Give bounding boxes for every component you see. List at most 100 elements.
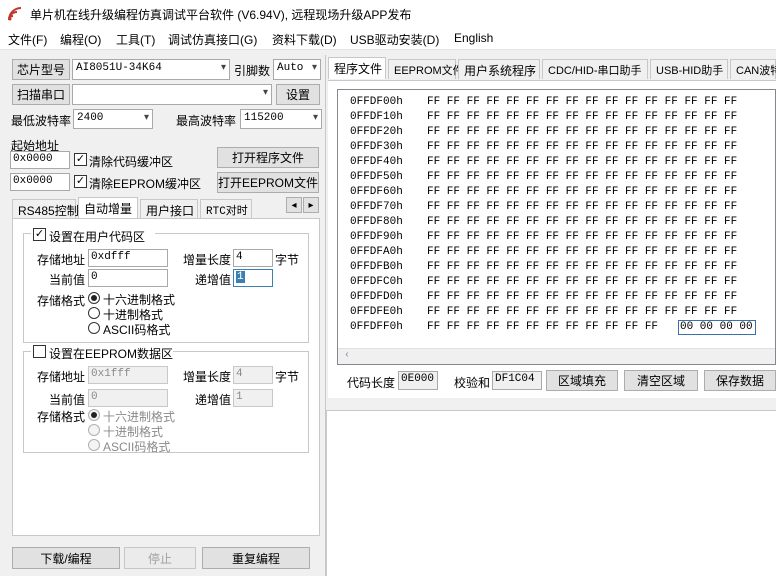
chevron-down-icon: ▾: [143, 112, 149, 123]
settings-button[interactable]: 设置: [276, 84, 320, 105]
code-length-label: 代码长度: [347, 376, 396, 390]
tab-scroll-left-icon[interactable]: ◂: [286, 197, 302, 213]
store-address-value: 0xdfff: [91, 251, 131, 263]
checksum-label: 校验和: [454, 376, 491, 390]
current-value-value: 0: [91, 271, 98, 283]
hex-row-bytes[interactable]: FF FF FF FF FF FF FF FF FF FF FF FF: [427, 321, 658, 333]
eeprom-format-hex-radio[interactable]: [88, 409, 100, 421]
eeprom-start-address-input[interactable]: 0x0000: [10, 173, 70, 191]
hex-row-bytes[interactable]: FF FF FF FF FF FF FF FF FF FF FF FF FF F…: [427, 216, 737, 228]
left-tab-strip: RS485控制 自动增量 用户接口 RTC对时 ◂ ▸: [10, 196, 322, 220]
menu-program[interactable]: 编程(O): [60, 31, 101, 48]
eeprom-format-dec-radio[interactable]: [88, 424, 100, 436]
eeprom-checkbox[interactable]: [33, 345, 46, 358]
format-hex-radio[interactable]: [88, 292, 100, 304]
tab-rs485[interactable]: RS485控制: [12, 199, 79, 219]
max-baud-select[interactable]: 115200 ▾: [240, 109, 322, 129]
current-value-label: 当前值: [49, 273, 86, 287]
tab-can-baud[interactable]: CAN波特: [730, 59, 776, 79]
format-ascii-radio[interactable]: [88, 322, 100, 334]
chevron-down-icon: ▾: [312, 112, 318, 123]
store-address-input[interactable]: 0xdfff: [88, 249, 168, 267]
pins-label: 引脚数: [234, 64, 271, 78]
menu-usb-driver[interactable]: USB驱动安装(D): [350, 31, 439, 48]
code-length-value: 0E000: [401, 373, 435, 385]
clear-code-checkbox[interactable]: ✓: [74, 153, 87, 166]
code-length-field: 0E000: [398, 371, 438, 390]
port-select[interactable]: ▾: [72, 84, 272, 105]
user-code-group-header: ✓ 设置在用户代码区: [31, 227, 155, 244]
scroll-left-arrow-icon[interactable]: ‹: [344, 350, 350, 361]
tab-scroll-right-icon[interactable]: ▸: [303, 197, 319, 213]
stop-button[interactable]: 停止: [124, 547, 196, 569]
hex-row-bytes[interactable]: FF FF FF FF FF FF FF FF FF FF FF FF FF F…: [427, 231, 737, 243]
tab-auto-increment[interactable]: 自动增量: [78, 197, 138, 219]
hex-row-bytes[interactable]: FF FF FF FF FF FF FF FF FF FF FF FF FF F…: [427, 141, 737, 153]
eeprom-title: 设置在EEPROM数据区: [49, 347, 174, 361]
current-value-input[interactable]: 0: [88, 269, 168, 287]
hex-row-bytes[interactable]: FF FF FF FF FF FF FF FF FF FF FF FF FF F…: [427, 201, 737, 213]
eeprom-format-ascii-radio[interactable]: [88, 439, 100, 451]
download-program-button[interactable]: 下载/编程: [12, 547, 120, 569]
save-data-button[interactable]: 保存数据: [704, 370, 776, 391]
hex-row-address: 0FFDF00h: [350, 96, 403, 108]
menu-debug[interactable]: 调试仿真接口(G): [168, 31, 257, 48]
hex-row-bytes[interactable]: FF FF FF FF FF FF FF FF FF FF FF FF FF F…: [427, 126, 737, 138]
region-fill-button[interactable]: 区域填充: [546, 370, 618, 391]
eeprom-store-address-input[interactable]: 0x1fff: [88, 366, 168, 384]
user-code-checkbox[interactable]: ✓: [33, 228, 46, 241]
tab-program-file[interactable]: 程序文件: [328, 57, 386, 79]
chip-model-select[interactable]: AI8051U-34K64 ▾: [72, 59, 230, 80]
reprogram-button[interactable]: 重复编程: [202, 547, 310, 569]
hex-row-bytes[interactable]: FF FF FF FF FF FF FF FF FF FF FF FF FF F…: [427, 261, 737, 273]
hex-row-bytes[interactable]: FF FF FF FF FF FF FF FF FF FF FF FF FF F…: [427, 111, 737, 123]
hex-row-address: 0FFDF30h: [350, 141, 403, 153]
hex-row-bytes[interactable]: FF FF FF FF FF FF FF FF FF FF FF FF FF F…: [427, 171, 737, 183]
scan-port-button[interactable]: 扫描串口: [12, 84, 70, 105]
log-output-area[interactable]: [326, 410, 776, 576]
chip-model-label[interactable]: 芯片型号: [12, 59, 70, 80]
hex-row-bytes[interactable]: FF FF FF FF FF FF FF FF FF FF FF FF FF F…: [427, 306, 737, 318]
format-dec-radio[interactable]: [88, 307, 100, 319]
tab-cdc-hid-serial[interactable]: CDC/HID-串口助手: [542, 59, 648, 79]
region-clear-button[interactable]: 清空区域: [624, 370, 698, 391]
min-baud-select[interactable]: 2400 ▾: [73, 109, 153, 129]
tab-eeprom-file[interactable]: EEPROM文件: [388, 59, 464, 79]
max-baud-value: 115200: [244, 112, 284, 124]
menu-download-docs[interactable]: 资料下载(D): [272, 31, 337, 48]
eeprom-format-label: 存储格式: [37, 410, 86, 424]
pins-select[interactable]: Auto ▾: [273, 59, 321, 80]
hex-row-bytes[interactable]: FF FF FF FF FF FF FF FF FF FF FF FF FF F…: [427, 96, 737, 108]
open-program-file-button[interactable]: 打开程序文件: [217, 147, 319, 168]
eeprom-inc-length-input[interactable]: 4: [233, 366, 273, 384]
menu-english[interactable]: English: [454, 31, 493, 45]
tab-user-interface[interactable]: 用户接口: [140, 199, 198, 219]
eeprom-current-value-input[interactable]: 0: [88, 389, 168, 407]
right-tab-strip: 程序文件 EEPROM文件 用户系统程序 CDC/HID-串口助手 USB-HI…: [328, 57, 776, 81]
hex-selection-highlight[interactable]: 00 00 00 00: [678, 320, 756, 335]
hex-row-bytes[interactable]: FF FF FF FF FF FF FF FF FF FF FF FF FF F…: [427, 156, 737, 168]
inc-length-input[interactable]: 4: [233, 249, 273, 267]
eeprom-step-value-input[interactable]: 1: [233, 389, 273, 407]
title-bar: 单片机在线升级编程仿真调试平台软件 (V6.94V), 远程现场升级APP发布: [0, 0, 776, 28]
hex-row-bytes[interactable]: FF FF FF FF FF FF FF FF FF FF FF FF FF F…: [427, 291, 737, 303]
tab-user-system-program[interactable]: 用户系统程序: [458, 59, 540, 79]
clear-eeprom-checkbox[interactable]: ✓: [74, 175, 87, 188]
hex-row-bytes[interactable]: FF FF FF FF FF FF FF FF FF FF FF FF FF F…: [427, 186, 737, 198]
hex-row-address: 0FFDF90h: [350, 231, 403, 243]
tab-usb-hid[interactable]: USB-HID助手: [650, 59, 728, 79]
hex-editor[interactable]: 0FFDF00h FF FF FF FF FF FF FF FF FF FF FF…: [337, 89, 776, 365]
min-baud-label: 最低波特率: [11, 114, 72, 128]
open-eeprom-file-button[interactable]: 打开EEPROM文件: [217, 172, 319, 193]
eeprom-group-header: 设置在EEPROM数据区: [31, 344, 174, 361]
step-value-input[interactable]: 1: [233, 269, 273, 287]
hex-row-bytes[interactable]: FF FF FF FF FF FF FF FF FF FF FF FF FF F…: [427, 276, 737, 288]
menu-tools[interactable]: 工具(T): [116, 31, 155, 48]
code-start-address-input[interactable]: 0x0000: [10, 151, 70, 169]
tab-rtc[interactable]: RTC对时: [200, 199, 252, 219]
horizontal-scrollbar[interactable]: ‹: [338, 348, 775, 364]
hex-row-bytes[interactable]: FF FF FF FF FF FF FF FF FF FF FF FF FF F…: [427, 246, 737, 258]
min-baud-value: 2400: [77, 112, 104, 124]
menu-file[interactable]: 文件(F): [8, 31, 47, 48]
step-value-label: 递增值: [195, 273, 232, 287]
